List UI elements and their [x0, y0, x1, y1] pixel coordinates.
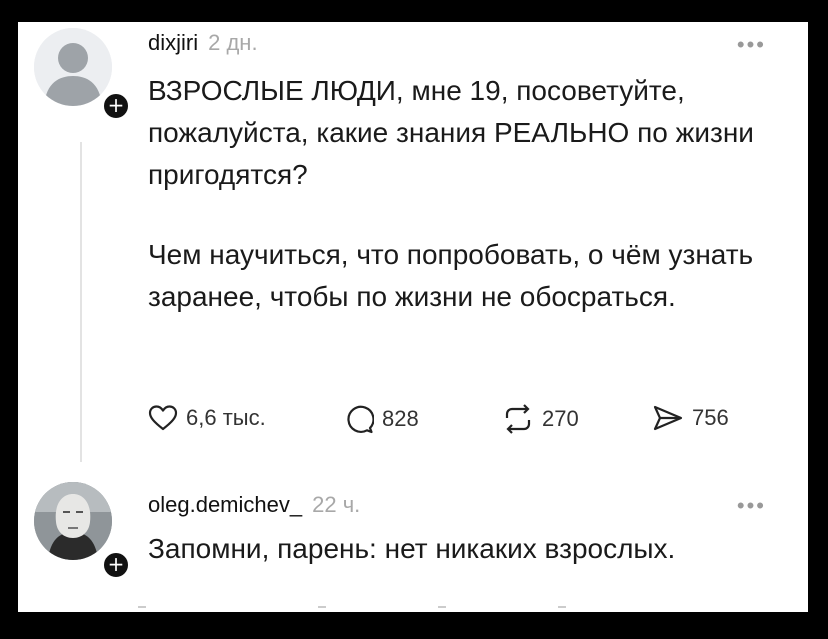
- person-placeholder-icon: [34, 28, 112, 106]
- post-text-2: Чем научиться, что попробовать, о чём уз…: [148, 239, 754, 312]
- like-button[interactable]: 6,6 тыс.: [148, 404, 266, 432]
- reply-header: oleg.demichev_ 22 ч.: [148, 492, 360, 518]
- reply-avatar[interactable]: [34, 482, 112, 560]
- more-icon[interactable]: •••: [737, 495, 766, 517]
- reply-username[interactable]: oleg.demichev_: [148, 492, 302, 518]
- reply-text: Запомни, парень: нет никаких взрослых.: [148, 533, 676, 564]
- share-count: 756: [692, 405, 729, 430]
- repost-button[interactable]: 270: [502, 404, 579, 434]
- heart-icon: [148, 405, 178, 431]
- avatar[interactable]: [34, 28, 112, 106]
- comment-button[interactable]: 828: [344, 404, 419, 434]
- user-photo: [34, 482, 112, 560]
- share-icon: [653, 405, 683, 431]
- threads-card: + dixjiri 2 дн. ••• ВЗРОСЛЫЕ ЛЮДИ, мне 1…: [18, 22, 808, 612]
- cut-off-text: [138, 606, 566, 608]
- comment-icon: [347, 405, 374, 434]
- follow-plus-icon[interactable]: +: [102, 92, 130, 120]
- repost-count: 270: [542, 406, 579, 431]
- repost-icon: [505, 404, 531, 434]
- comment-count: 828: [382, 406, 419, 431]
- post-text: ВЗРОСЛЫЕ ЛЮДИ, мне 19, посоветуйте, пожа…: [148, 75, 754, 190]
- follow-plus-icon[interactable]: +: [102, 551, 130, 579]
- more-icon[interactable]: •••: [737, 34, 766, 56]
- thread-line: [80, 142, 82, 462]
- post-header: dixjiri 2 дн.: [148, 30, 258, 56]
- timestamp: 2 дн.: [208, 30, 258, 55]
- reply-timestamp: 22 ч.: [312, 492, 361, 517]
- post-actions: 6,6 тыс. 828 270 756: [148, 404, 768, 444]
- username[interactable]: dixjiri: [148, 30, 198, 56]
- share-button[interactable]: 756: [652, 404, 729, 432]
- like-count: 6,6 тыс.: [186, 405, 266, 430]
